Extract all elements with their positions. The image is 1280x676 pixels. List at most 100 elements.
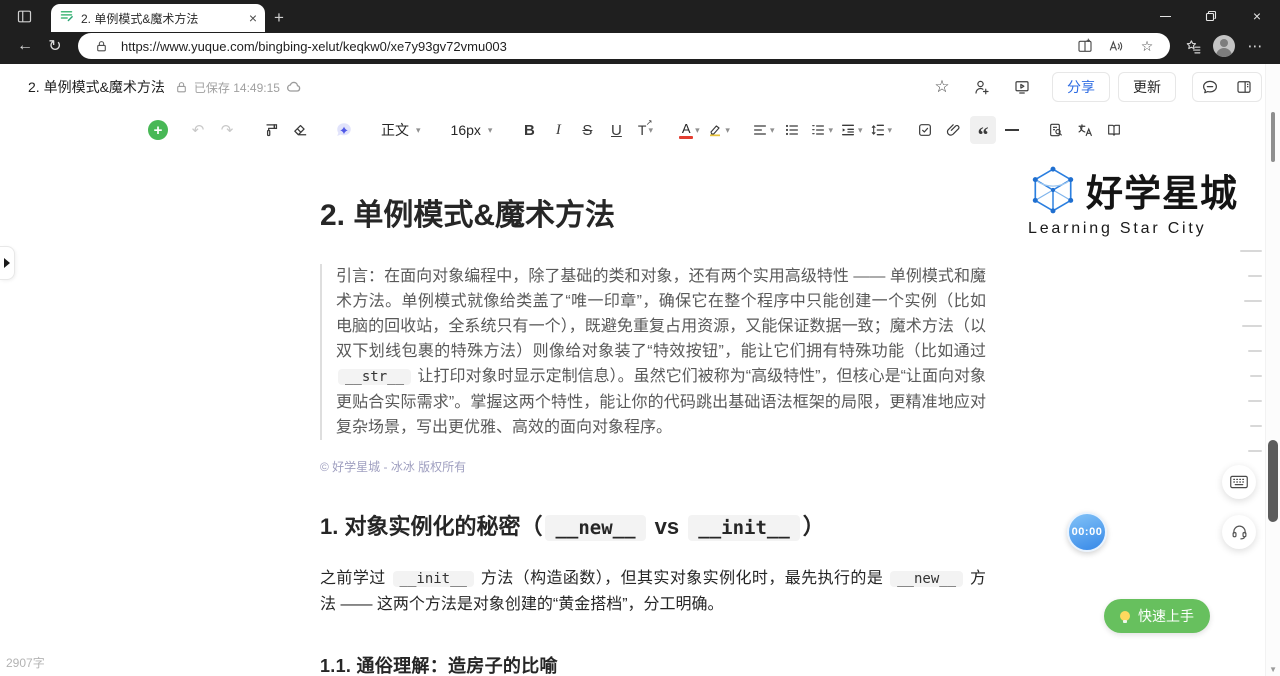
reader-mode-button[interactable] <box>1101 116 1127 144</box>
paragraph[interactable]: 之前学过 __init__ 方法（构造函数），但其实对象实例化时，最先执行的是 … <box>320 566 986 617</box>
read-aloud-icon[interactable] <box>1105 38 1127 54</box>
quick-start-label: 快速上手 <box>1138 608 1194 624</box>
present-mode-icon[interactable] <box>1006 72 1038 102</box>
outline-marker[interactable] <box>1242 325 1262 327</box>
eraser-icon[interactable] <box>287 116 313 144</box>
italic-button[interactable]: I <box>545 116 571 144</box>
link-button[interactable] <box>941 116 967 144</box>
window-controls: × <box>1142 0 1280 32</box>
highlight-color-button[interactable]: ▾ <box>705 116 732 144</box>
align-button[interactable]: ▾ <box>750 116 777 144</box>
outline-panel-icon[interactable] <box>1227 72 1261 102</box>
quote-text: 引言：在面向对象编程中，除了基础的类和对象，还有两个实用高级特性 —— 单例模式… <box>336 268 986 360</box>
tab-title: 2. 单例模式&魔术方法 <box>81 11 199 26</box>
strikethrough-button[interactable]: S <box>574 116 600 144</box>
highlighter-icon <box>710 125 721 137</box>
minimize-button[interactable] <box>1142 0 1188 32</box>
doc-heading-2[interactable]: 1. 对象实例化的秘密（ __new__ vs __init__） <box>320 511 986 544</box>
line-spacing-button[interactable]: ▾ <box>868 116 895 144</box>
ai-assistant-icon[interactable] <box>331 116 357 144</box>
share-button[interactable]: 分享 <box>1052 72 1110 102</box>
body-text: 方法（构造函数），但其实对象实例化时，最先执行的是 <box>475 570 889 587</box>
redo-icon[interactable]: ↷ <box>214 116 240 144</box>
checkbox-icon <box>919 124 932 136</box>
right-triangle-icon <box>4 258 10 268</box>
scrollbar-track[interactable]: ▼ <box>1265 64 1280 676</box>
restore-button[interactable] <box>1188 0 1234 32</box>
url-text[interactable]: https://www.yuque.com/bingbing-xelut/keq… <box>121 39 1065 54</box>
bold-button[interactable]: B <box>516 116 542 144</box>
tab-close-icon[interactable]: × <box>249 11 257 25</box>
favorites-bar-icon[interactable] <box>1178 38 1208 55</box>
browser-tab[interactable]: 2. 单例模式&魔术方法 × <box>51 4 265 32</box>
intro-quote-block[interactable]: 引言：在面向对象编程中，除了基础的类和对象，还有两个实用高级特性 —— 单例模式… <box>320 264 986 440</box>
bullet-list-icon <box>786 124 799 136</box>
horizontal-rule-icon <box>1005 129 1020 131</box>
outline-marker[interactable] <box>1248 275 1262 277</box>
chevron-down-icon: ▾ <box>695 124 700 135</box>
comments-icon[interactable] <box>1193 72 1227 102</box>
refresh-icon[interactable]: ↻ <box>40 33 70 59</box>
back-icon[interactable]: ← <box>10 33 40 59</box>
underline-button[interactable]: U <box>603 116 629 144</box>
close-button[interactable]: × <box>1234 0 1280 32</box>
divider-button[interactable] <box>999 116 1025 144</box>
split-screen-icon[interactable] <box>1074 38 1096 54</box>
inline-code: __str__ <box>338 369 412 385</box>
find-in-doc-icon <box>1050 123 1062 137</box>
task-list-button[interactable] <box>912 116 938 144</box>
heading-text: ） <box>802 514 825 539</box>
profile-avatar[interactable] <box>1213 35 1235 57</box>
quote-block-button[interactable]: “ <box>970 116 997 145</box>
quote-text: 让打印对象时显示定制信息）。虽然它们被称为“高级特性”，但核心是“让面向对象更贴… <box>336 368 986 436</box>
new-tab-button[interactable]: + <box>265 4 293 32</box>
shortcut-keyboard-button[interactable] <box>1222 465 1256 499</box>
outline-marker[interactable] <box>1250 375 1262 377</box>
yuque-favicon-icon <box>59 8 74 28</box>
avatar-body <box>1216 48 1232 57</box>
scrollbar-thumb-top[interactable] <box>1271 112 1275 162</box>
browser-menu-icon[interactable]: ⋯ <box>1240 37 1270 55</box>
add-collaborator-icon[interactable] <box>966 72 998 102</box>
timer-badge[interactable]: 00:00 <box>1067 512 1107 552</box>
scrollbar-thumb[interactable] <box>1268 440 1278 522</box>
doc-heading-1[interactable]: 2. 单例模式&魔术方法 <box>320 150 986 238</box>
font-color-button[interactable]: A ▾ <box>676 116 702 144</box>
indent-button[interactable]: ▾ <box>838 116 865 144</box>
translate-button[interactable] <box>1072 116 1098 144</box>
outline-marker[interactable] <box>1248 350 1262 352</box>
doc-heading-3[interactable]: 1.1. 通俗理解：造房子的比喻 <box>320 653 986 676</box>
address-bar[interactable]: https://www.yuque.com/bingbing-xelut/keq… <box>78 33 1170 59</box>
bullet-list-button[interactable] <box>779 116 805 144</box>
cloud-sync-icon <box>287 81 301 92</box>
outline-marker[interactable] <box>1240 250 1262 252</box>
text-format-icon: T ↗ <box>637 118 653 138</box>
outline-marker[interactable] <box>1244 300 1262 302</box>
update-button[interactable]: 更新 <box>1118 72 1176 102</box>
favorite-page-icon[interactable]: ☆ <box>1136 38 1158 55</box>
paragraph-style-select[interactable]: 正文 ▾ <box>375 116 427 144</box>
ordered-list-button[interactable]: ▾ <box>808 116 835 144</box>
font-size-select[interactable]: 16px ▾ <box>445 116 499 144</box>
scroll-down-icon[interactable]: ▼ <box>1269 665 1277 674</box>
find-replace-button[interactable] <box>1043 116 1069 144</box>
outline-marker[interactable] <box>1248 450 1262 452</box>
outline-marker[interactable] <box>1250 425 1262 427</box>
indent-icon <box>842 124 855 136</box>
heading-text: vs <box>648 514 686 539</box>
inline-code: __new__ <box>545 515 646 541</box>
more-text-format-button[interactable]: T ↗ ▾ <box>632 116 658 144</box>
body-text: 之前学过 <box>320 570 391 587</box>
quick-start-button[interactable]: 快速上手 <box>1104 599 1210 633</box>
favorite-doc-icon[interactable]: ☆ <box>926 72 958 102</box>
chevron-down-icon: ▾ <box>858 124 863 135</box>
sidebar-expand-handle[interactable] <box>0 246 15 280</box>
outline-marker[interactable] <box>1248 400 1262 402</box>
format-painter-icon[interactable] <box>258 116 284 144</box>
undo-icon[interactable]: ↶ <box>185 116 211 144</box>
support-button[interactable] <box>1222 515 1256 549</box>
tab-actions-icon[interactable] <box>9 3 39 29</box>
document-title[interactable]: 2. 单例模式&魔术方法 <box>28 77 165 97</box>
insert-block-button[interactable]: + <box>148 120 168 140</box>
outline-rail <box>1240 250 1262 475</box>
